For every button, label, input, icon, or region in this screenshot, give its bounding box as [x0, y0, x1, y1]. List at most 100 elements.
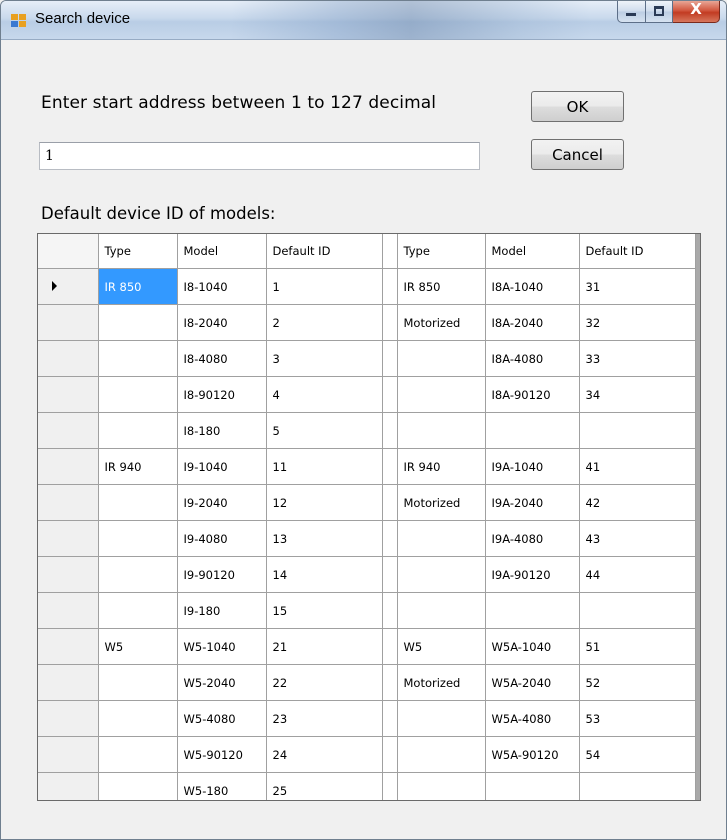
cell-default-id[interactable]: 12 [265, 484, 383, 521]
spacer-cell[interactable] [381, 448, 398, 485]
row-header-cell[interactable] [38, 268, 99, 305]
table-row[interactable]: W5-180 25 [38, 772, 696, 800]
row-header-cell[interactable] [38, 340, 99, 377]
cell-model[interactable]: I9-90120 [176, 556, 267, 593]
cell-default-id[interactable]: 15 [265, 592, 383, 629]
cell-default-id[interactable]: 24 [265, 736, 383, 773]
cell-model-motorized[interactable]: I8A-1040 [484, 268, 580, 305]
row-header-cell[interactable] [38, 376, 99, 413]
cell-type-motorized[interactable]: Motorized [396, 304, 486, 341]
table-row[interactable]: W5-90120 24 W5A-90120 54 [38, 736, 696, 773]
cell-default-id-motorized[interactable]: 54 [578, 736, 696, 773]
table-row[interactable]: I9-90120 14 I9A-90120 44 [38, 556, 696, 593]
row-header-cell[interactable] [38, 700, 99, 737]
spacer-cell[interactable] [381, 628, 398, 665]
cell-model-motorized[interactable] [484, 772, 580, 800]
cell-default-id-motorized[interactable]: 43 [578, 520, 696, 557]
table-row[interactable]: I9-4080 13 I9A-4080 43 [38, 520, 696, 557]
table-row[interactable]: I8-2040 2 Motorized I8A-2040 32 [38, 304, 696, 341]
cell-type[interactable] [97, 304, 178, 341]
column-header-model[interactable]: Model [176, 234, 267, 269]
cell-model[interactable]: I9-4080 [176, 520, 267, 557]
cell-type-motorized[interactable]: Motorized [396, 484, 486, 521]
spacer-cell[interactable] [381, 268, 398, 305]
column-header-default-id-motorized[interactable]: Default ID [578, 234, 696, 269]
row-header-cell[interactable] [38, 664, 99, 701]
table-row[interactable]: W5-4080 23 W5A-4080 53 [38, 700, 696, 737]
cell-type-motorized[interactable]: IR 850 [396, 268, 486, 305]
table-row[interactable]: I8-4080 3 I8A-4080 33 [38, 340, 696, 377]
cell-type-motorized[interactable] [396, 376, 486, 413]
cell-model[interactable]: I8-2040 [176, 304, 267, 341]
cell-model[interactable]: W5-90120 [176, 736, 267, 773]
cell-default-id-motorized[interactable]: 51 [578, 628, 696, 665]
spacer-cell[interactable] [381, 592, 398, 629]
cell-model-motorized[interactable]: W5A-90120 [484, 736, 580, 773]
cell-model[interactable]: I8-180 [176, 412, 267, 449]
column-header-default-id[interactable]: Default ID [265, 234, 383, 269]
cell-default-id[interactable]: 14 [265, 556, 383, 593]
cell-default-id[interactable]: 25 [265, 772, 383, 800]
spacer-cell[interactable] [381, 772, 398, 800]
device-id-grid[interactable]: Type Model Default ID Type Model Default… [37, 233, 701, 801]
cell-default-id[interactable]: 2 [265, 304, 383, 341]
cell-model-motorized[interactable]: W5A-4080 [484, 700, 580, 737]
spacer-cell[interactable] [381, 340, 398, 377]
cell-default-id-motorized[interactable] [578, 592, 696, 629]
row-header-cell[interactable] [38, 556, 99, 593]
cell-model-motorized[interactable]: I8A-4080 [484, 340, 580, 377]
column-header-type[interactable]: Type [97, 234, 178, 269]
cell-default-id-motorized[interactable]: 53 [578, 700, 696, 737]
spacer-cell[interactable] [381, 664, 398, 701]
cell-model-motorized[interactable]: I8A-90120 [484, 376, 580, 413]
column-header-model-motorized[interactable]: Model [484, 234, 580, 269]
cell-model[interactable]: I9-1040 [176, 448, 267, 485]
cell-type[interactable] [97, 556, 178, 593]
ok-button[interactable]: OK [531, 91, 624, 122]
cell-default-id-motorized[interactable]: 42 [578, 484, 696, 521]
spacer-cell[interactable] [381, 412, 398, 449]
cell-model[interactable]: I8-90120 [176, 376, 267, 413]
cell-model[interactable]: W5-1040 [176, 628, 267, 665]
cell-default-id[interactable]: 4 [265, 376, 383, 413]
cell-type[interactable] [97, 484, 178, 521]
cell-type-motorized[interactable] [396, 412, 486, 449]
cell-model[interactable]: I8-1040 [176, 268, 267, 305]
cell-type-motorized[interactable] [396, 520, 486, 557]
title-bar[interactable]: Search device X [1, 1, 726, 40]
column-header-spacer[interactable] [381, 234, 398, 269]
table-row[interactable]: IR 940 I9-1040 11 IR 940 I9A-1040 41 [38, 448, 696, 485]
table-row[interactable]: I9-2040 12 Motorized I9A-2040 42 [38, 484, 696, 521]
row-header-cell[interactable] [38, 772, 99, 800]
row-header-cell[interactable] [38, 484, 99, 521]
cell-default-id-motorized[interactable]: 33 [578, 340, 696, 377]
row-header-cell[interactable] [38, 736, 99, 773]
table-row[interactable]: I8-180 5 [38, 412, 696, 449]
cell-default-id-motorized[interactable]: 34 [578, 376, 696, 413]
cell-type[interactable] [97, 700, 178, 737]
row-header-cell[interactable] [38, 412, 99, 449]
spacer-cell[interactable] [381, 484, 398, 521]
cell-model[interactable]: I8-4080 [176, 340, 267, 377]
cell-model[interactable]: W5-180 [176, 772, 267, 800]
cell-type-motorized[interactable] [396, 772, 486, 800]
cell-default-id[interactable]: 3 [265, 340, 383, 377]
row-header-cell[interactable] [38, 592, 99, 629]
cell-default-id[interactable]: 1 [265, 268, 383, 305]
cell-model-motorized[interactable]: I9A-4080 [484, 520, 580, 557]
cell-type[interactable]: IR 850 [97, 268, 178, 305]
close-button[interactable]: X [673, 1, 720, 23]
cell-default-id[interactable]: 23 [265, 700, 383, 737]
cell-type[interactable]: IR 940 [97, 448, 178, 485]
cell-model-motorized[interactable]: I9A-2040 [484, 484, 580, 521]
cancel-button[interactable]: Cancel [531, 139, 624, 170]
start-address-input[interactable] [39, 142, 480, 170]
spacer-cell[interactable] [381, 700, 398, 737]
cell-type[interactable] [97, 340, 178, 377]
cell-type-motorized[interactable]: Motorized [396, 664, 486, 701]
cell-model-motorized[interactable]: I9A-90120 [484, 556, 580, 593]
column-header-type-motorized[interactable]: Type [396, 234, 486, 269]
cell-default-id[interactable]: 21 [265, 628, 383, 665]
table-row[interactable]: IR 850 I8-1040 1 IR 850 I8A-1040 31 [38, 268, 696, 305]
cell-default-id[interactable]: 11 [265, 448, 383, 485]
